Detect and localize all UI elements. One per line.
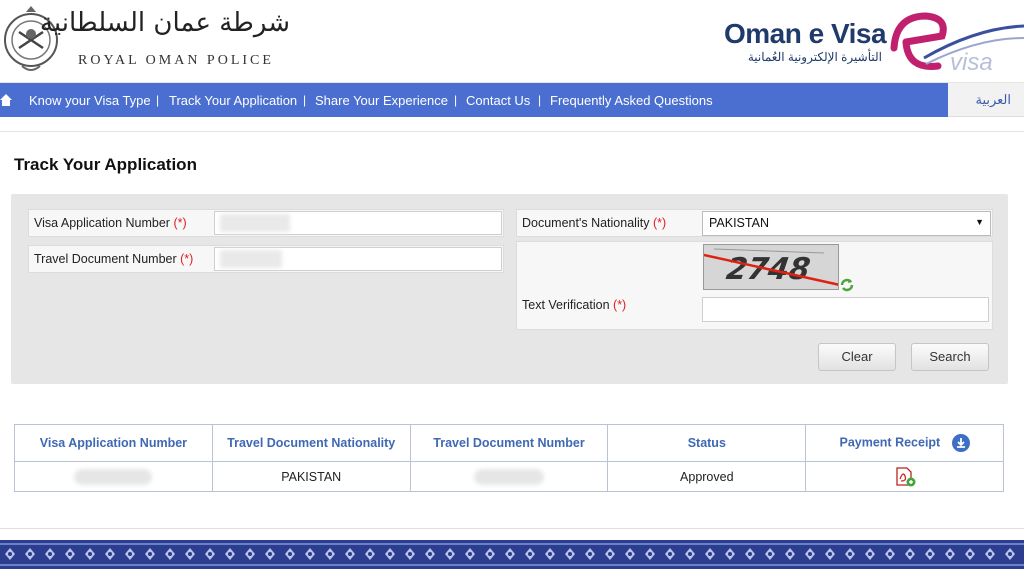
required-marker: (*) (652, 216, 667, 230)
cell-status: Approved (607, 461, 807, 492)
cell-visa-application-number (14, 461, 213, 492)
download-icon[interactable] (951, 434, 970, 452)
pdf-receipt-icon[interactable] (894, 466, 916, 487)
footer-pattern (0, 540, 1024, 569)
evisa-arabic-subtitle: التأشيرة الإلكترونية العُمانية (747, 50, 882, 64)
redacted-value (220, 250, 282, 268)
footer-divider (0, 528, 1024, 529)
dropdown-arrow-icon: ▼ (975, 217, 984, 227)
captcha-image: 2748 (703, 244, 839, 290)
nationality-select[interactable]: PAKISTAN ▼ (702, 211, 991, 236)
cell-nationality: PAKISTAN (211, 461, 411, 492)
results-table: Visa Application Number Travel Document … (14, 424, 1004, 492)
required-marker: (*) (613, 298, 627, 312)
cell-travel-document-number (409, 461, 609, 492)
col-travel-document-number: Travel Document Number (409, 424, 609, 462)
language-link[interactable]: العربية (975, 92, 1011, 108)
nav-separator: | (303, 93, 307, 107)
logo-word: visa (950, 49, 993, 76)
required-marker: (*) (180, 252, 194, 266)
nav-separator: | (538, 93, 542, 107)
table-row: PAKISTAN Approved (14, 461, 1004, 492)
table-header-row: Visa Application Number Travel Document … (14, 424, 1004, 462)
police-english-name: ROYAL OMAN POLICE (78, 53, 274, 68)
redacted-value (474, 468, 544, 485)
cell-payment-receipt (805, 461, 1004, 492)
main-navigation: Know your Visa Type | Track Your Applica… (0, 83, 948, 117)
content-divider (0, 131, 1024, 132)
evisa-logo: visa (890, 12, 1024, 76)
nav-track-application[interactable]: Track Your Application (169, 93, 297, 108)
evisa-brand-title: Oman e Visa (724, 18, 887, 49)
visa-number-label: Visa Application Number (*) (34, 216, 187, 230)
home-icon[interactable] (0, 93, 12, 107)
travel-document-label: Travel Document Number (*) (34, 252, 194, 266)
col-travel-document-nationality: Travel Document Nationality (211, 424, 411, 462)
nav-know-visa-type[interactable]: Know your Visa Type (29, 93, 151, 108)
redacted-value (220, 214, 290, 232)
col-payment-receipt: Payment Receipt (805, 424, 1004, 462)
col-visa-application-number: Visa Application Number (14, 424, 213, 462)
nav-share-experience[interactable]: Share Your Experience (315, 93, 448, 108)
col-payment-receipt-label: Payment Receipt (839, 435, 941, 450)
page: شرطة عمان السلطانية ROYAL OMAN POLICE Om… (0, 0, 1024, 569)
search-button[interactable]: Search (911, 343, 989, 371)
decorative-footer-band (0, 540, 1024, 569)
text-verification-input[interactable] (702, 297, 989, 322)
nationality-label: Document's Nationality (*) (522, 216, 667, 230)
required-marker: (*) (173, 216, 187, 230)
nav-separator: | (454, 93, 458, 107)
site-header: شرطة عمان السلطانية ROYAL OMAN POLICE Om… (0, 0, 1024, 83)
language-switch[interactable]: العربية (948, 83, 1024, 117)
nav-contact-us[interactable]: Contact Us (466, 93, 530, 108)
nav-faq[interactable]: Frequently Asked Questions (550, 93, 713, 108)
redacted-value (74, 468, 153, 485)
nav-separator: | (156, 93, 160, 107)
police-arabic-name: شرطة عمان السلطانية (39, 8, 290, 38)
page-title: Track Your Application (14, 155, 197, 174)
clear-button[interactable]: Clear (818, 343, 896, 371)
col-status: Status (607, 424, 807, 462)
refresh-captcha-icon[interactable] (840, 278, 854, 292)
captcha-graphic: 2748 (704, 245, 838, 289)
nationality-selected-value: PAKISTAN (709, 216, 769, 230)
text-verification-label: Text Verification (*) (522, 298, 627, 312)
